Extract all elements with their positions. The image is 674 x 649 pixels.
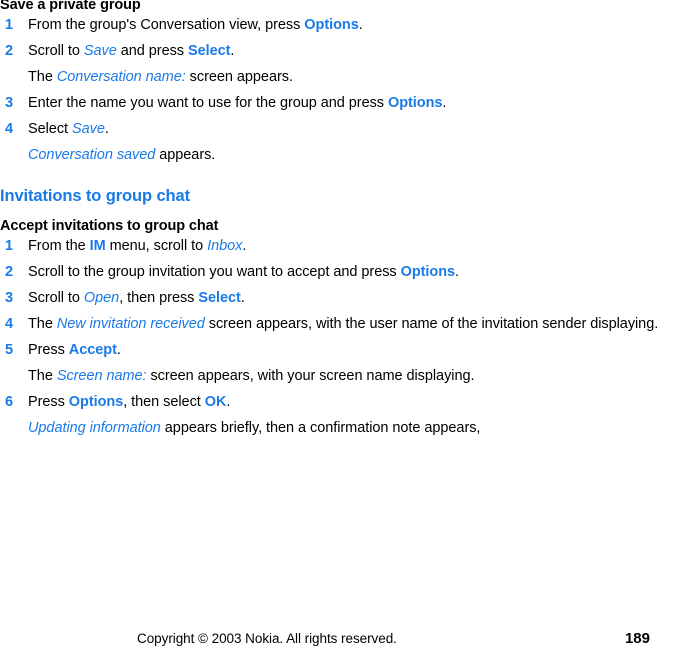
- step-note: The Conversation name: screen appears.: [0, 68, 674, 87]
- step-text: From the group's Conversation view, pres…: [28, 17, 363, 33]
- step-text: The Conversation name: screen appears.: [28, 69, 293, 85]
- screen-name-label: Inbox: [207, 238, 243, 254]
- body-text: Scroll to: [28, 43, 84, 59]
- body-text: .: [226, 394, 231, 410]
- manual-page: Save a private group 1 From the group's C…: [0, 0, 674, 649]
- step-text: Press Accept.: [28, 342, 121, 358]
- step-text: From the IM menu, scroll to Inbox.: [28, 238, 246, 254]
- body-text: .: [455, 264, 460, 280]
- body-text: Scroll to: [28, 290, 84, 306]
- step-number: 1: [5, 17, 14, 33]
- body-text: .: [442, 95, 447, 111]
- step-number: 4: [5, 121, 14, 137]
- screen-name-label: New invitation received: [56, 316, 205, 332]
- ui-key-label: Options: [304, 17, 359, 33]
- step-text: The New invitation received screen appea…: [28, 316, 658, 332]
- step-item: 6 Press Options, then select OK.: [0, 393, 674, 412]
- step-text: Select Save.: [28, 121, 109, 137]
- body-text: screen appears.: [185, 69, 293, 85]
- step-item: 4 Select Save.: [0, 120, 674, 139]
- body-text: .: [104, 121, 109, 137]
- screen-name-label: Conversation name:: [56, 69, 186, 85]
- body-text: and press: [116, 43, 188, 59]
- step-number: 2: [5, 43, 14, 59]
- step-number: 5: [5, 342, 14, 358]
- step-number: 4: [5, 316, 14, 332]
- step-number: 1: [5, 238, 14, 254]
- step-text: Updating information appears briefly, th…: [28, 420, 480, 436]
- body-text: .: [240, 290, 245, 306]
- body-text: Press: [28, 342, 69, 358]
- step-text: The Screen name: screen appears, with yo…: [28, 368, 475, 384]
- screen-name-label: Open: [83, 290, 120, 306]
- page-body: Save a private group 1 From the group's C…: [0, 0, 674, 445]
- body-text: The: [28, 316, 57, 332]
- step-note: The Screen name: screen appears, with yo…: [0, 367, 674, 386]
- body-text: screen appears, with your screen name di…: [146, 368, 475, 384]
- body-text: The: [28, 368, 57, 384]
- body-text: .: [116, 342, 121, 358]
- step-number: 3: [5, 95, 14, 111]
- step-text: Scroll to Open, then press Select.: [28, 290, 245, 306]
- step-number: 2: [5, 264, 14, 280]
- step-text: Scroll to the group invitation you want …: [28, 264, 459, 280]
- step-list-save-a-private-group: 1 From the group's Conversation view, pre…: [0, 16, 674, 165]
- step-item: 4 The New invitation received screen appe…: [0, 315, 674, 334]
- body-text: The: [28, 69, 57, 85]
- page-footer: Copyright © 2003 Nokia. All rights reser…: [0, 619, 674, 649]
- page-number: 189: [624, 630, 650, 647]
- screen-name-label: Save: [71, 121, 105, 137]
- step-number: 6: [5, 394, 14, 410]
- step-note: Conversation saved appears.: [0, 146, 674, 165]
- body-text: Enter the name you want to use for the g…: [28, 95, 388, 111]
- ui-key-label: Select: [187, 43, 231, 59]
- body-text: .: [230, 43, 235, 59]
- step-text: Press Options, then select OK.: [28, 394, 230, 410]
- step-item: 3 Enter the name you want to use for the …: [0, 94, 674, 113]
- body-text: From the group's Conversation view, pres…: [28, 17, 305, 33]
- step-item: 5 Press Accept.: [0, 341, 674, 360]
- step-item: 1 From the IM menu, scroll to Inbox.: [0, 237, 674, 256]
- body-text: appears briefly, then a confirmation not…: [160, 420, 481, 436]
- ui-key-label: IM: [89, 238, 106, 254]
- body-text: Select: [28, 121, 72, 137]
- copyright-notice: Copyright © 2003 Nokia. All rights reser…: [137, 631, 397, 646]
- screen-name-label: Conversation saved: [28, 147, 156, 163]
- screen-name-label: Screen name:: [56, 368, 147, 384]
- step-text: Conversation saved appears.: [28, 147, 215, 163]
- body-text: menu, scroll to: [105, 238, 208, 254]
- body-text: appears.: [155, 147, 216, 163]
- step-text: Enter the name you want to use for the g…: [28, 95, 446, 111]
- step-item: 3 Scroll to Open, then press Select.: [0, 289, 674, 308]
- step-item: 2 Scroll to the group invitation you want…: [0, 263, 674, 282]
- ui-key-label: OK: [204, 394, 227, 410]
- ui-key-label: Options: [387, 95, 443, 111]
- ui-key-label: Accept: [68, 342, 117, 358]
- section-heading-invitations-to-group-chat: Invitations to group chat: [0, 187, 190, 205]
- ui-key-label: Options: [68, 394, 124, 410]
- step-number: 3: [5, 290, 14, 306]
- body-text: screen appears, with the user name of th…: [204, 316, 659, 332]
- subsection-heading-accept-invitations-to-group-chat: Accept invitations to group chat: [0, 218, 219, 234]
- body-text: , then select: [123, 394, 205, 410]
- step-list-accept-invitations: 1 From the IM menu, scroll to Inbox. 2 Scro…: [0, 237, 674, 438]
- step-note: Updating information appears briefly, th…: [0, 419, 674, 438]
- body-text: Press: [28, 394, 69, 410]
- screen-name-label: Save: [83, 43, 117, 59]
- body-text: Scroll to the group invitation you want …: [28, 264, 401, 280]
- step-item: 1 From the group's Conversation view, pre…: [0, 16, 674, 35]
- step-text: Scroll to Save and press Select.: [28, 43, 234, 59]
- step-item: 2 Scroll to Save and press Select.: [0, 42, 674, 61]
- body-text: .: [358, 17, 363, 33]
- ui-key-label: Options: [400, 264, 456, 280]
- screen-name-label: Updating information: [28, 420, 161, 436]
- ui-key-label: Select: [198, 290, 241, 306]
- body-text: From the: [28, 238, 90, 254]
- body-text: .: [242, 238, 247, 254]
- section-heading-save-a-private-group: Save a private group: [0, 0, 141, 13]
- body-text: , then press: [119, 290, 199, 306]
